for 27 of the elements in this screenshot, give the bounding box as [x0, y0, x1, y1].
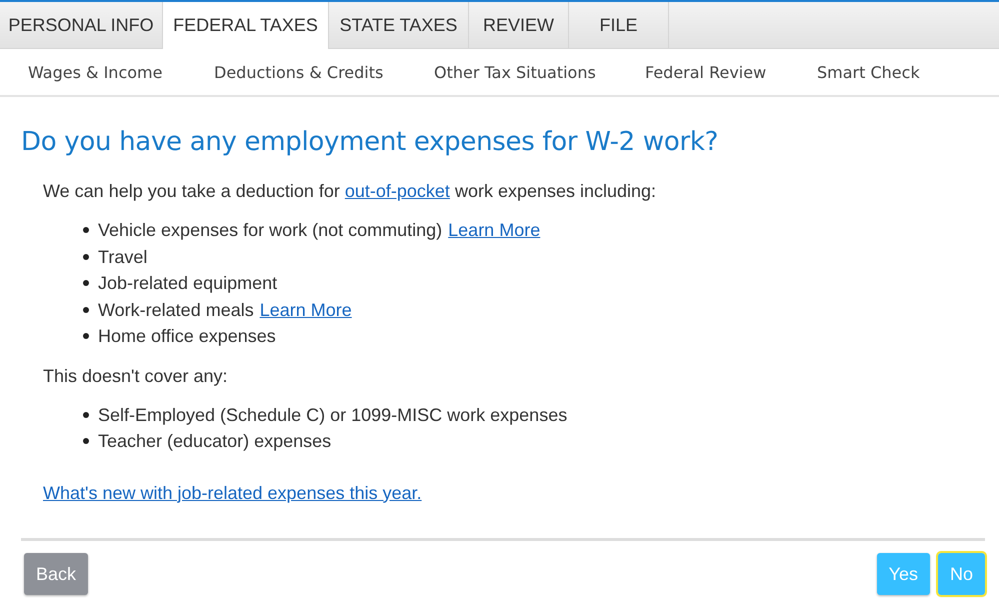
subnav-link[interactable]: Other Tax Situations [434, 62, 645, 82]
list-item-text: Job-related equipment [98, 272, 278, 295]
learn-more-link[interactable]: Learn More [260, 296, 352, 323]
learn-more-link[interactable]: Learn More [448, 217, 540, 244]
subnav-link[interactable]: Wages & Income [28, 62, 214, 82]
nav-tab[interactable]: FEDERAL TAXES [163, 2, 329, 49]
list-item-text: Work-related meals [98, 298, 254, 322]
bullet-icon [83, 227, 89, 234]
bullet-icon [83, 438, 89, 444]
list-item-text: Travel [98, 246, 148, 268]
bullet-icon [83, 254, 89, 260]
list-item-text: Home office expenses [98, 325, 276, 348]
subnav-link[interactable]: Federal Review [645, 62, 817, 82]
bullet-icon [83, 333, 89, 340]
intro-text: We can help you take a deduction for out-of-pocket work expenses including: [43, 180, 658, 203]
subnav-link[interactable]: Smart Check [817, 62, 920, 82]
subnav-link[interactable]: Deductions & Credits [214, 62, 434, 82]
news-link[interactable]: What's new with job-related expenses this year. [43, 482, 422, 504]
question-heading: Do you have any employment expenses for W-2 work? [21, 127, 720, 157]
bullet-icon [83, 306, 89, 313]
text-link[interactable]: out-of-pocket [344, 181, 450, 201]
list-item-text: Vehicle expenses for work (not commuting) [98, 219, 442, 242]
exclusion-text: This doesn't cover any: [43, 364, 229, 388]
list-item-text: Self-Employed (Schedule C) or 1099-MISC work expenses [98, 404, 568, 427]
bullet-icon [83, 412, 89, 418]
bullet-icon [83, 280, 89, 286]
list-item-text: Teacher (educator) expenses [98, 430, 332, 453]
